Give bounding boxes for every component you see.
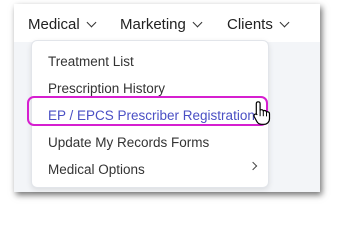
- hand-pointer-cursor-icon: [253, 101, 271, 125]
- menu-item-treatment-list[interactable]: Treatment List: [48, 51, 134, 71]
- menu-item-label: Medical Options: [48, 161, 145, 177]
- nav-item-label: Marketing: [120, 15, 186, 33]
- nav-item-marketing[interactable]: Marketing: [120, 14, 203, 34]
- nav-item-label: Clients: [227, 15, 273, 33]
- menu-item-label: Prescription History: [48, 80, 166, 96]
- nav-item-clients[interactable]: Clients: [227, 14, 290, 34]
- chevron-down-icon: [86, 17, 97, 27]
- menu-item-label: Update My Records Forms: [48, 134, 210, 150]
- highlight-annotation-box: [27, 96, 268, 126]
- menu-item-update-my-records-forms[interactable]: Update My Records Forms: [48, 132, 209, 152]
- nav-item-medical[interactable]: Medical: [28, 14, 97, 34]
- nav-item-label: Medical: [28, 15, 80, 33]
- chevron-down-icon: [192, 17, 203, 27]
- menu-item-prescription-history[interactable]: Prescription History: [48, 78, 165, 98]
- chevron-down-icon: [279, 17, 290, 27]
- menu-item-medical-options[interactable]: Medical Options: [48, 159, 145, 179]
- menu-item-label: Treatment List: [48, 53, 134, 69]
